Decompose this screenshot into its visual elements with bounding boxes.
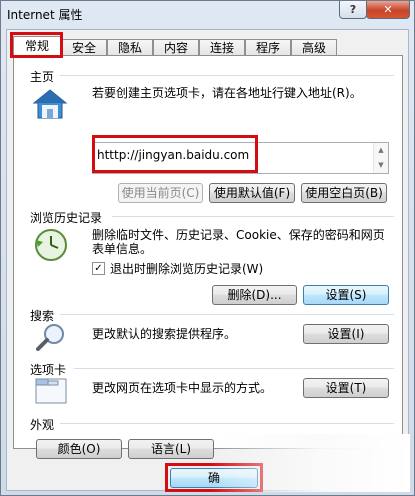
- dialog-window: Internet 属性 ? ✕ 常规 安全 隐私 内容 连接 程序 高级 主页 …: [0, 0, 415, 496]
- delete-on-exit-label[interactable]: 退出时删除浏览历史记录(W): [110, 262, 263, 276]
- home-description: 若要创建主页选项卡，请在各地址行键入地址(R)。: [92, 86, 362, 100]
- search-settings-button[interactable]: 设置(I): [303, 324, 389, 344]
- scroll-down-icon[interactable]: ▼: [374, 158, 388, 173]
- use-current-button[interactable]: 使用当前页(C): [118, 183, 203, 203]
- close-button[interactable]: ✕: [366, 1, 410, 19]
- appearance-divider: [60, 423, 394, 424]
- watermark-fade: [211, 434, 410, 492]
- history-clock-icon: [35, 229, 67, 261]
- tab-general[interactable]: 常规: [13, 36, 61, 58]
- history-section-title: 浏览历史记录: [30, 211, 103, 225]
- help-button[interactable]: ?: [339, 1, 367, 19]
- general-panel: 主页 若要创建主页选项卡，请在各地址行键入地址(R)。 htttp://jing…: [13, 55, 403, 459]
- delete-on-exit-checkbox[interactable]: ✓: [92, 262, 105, 275]
- history-settings-button[interactable]: 设置(S): [303, 285, 389, 305]
- history-divider: [112, 216, 394, 217]
- use-blank-button[interactable]: 使用空白页(B): [301, 183, 387, 203]
- search-divider: [60, 314, 394, 315]
- house-icon: [32, 89, 68, 119]
- home-section-title: 主页: [30, 70, 55, 84]
- window-title: Internet 属性: [7, 8, 83, 22]
- tabs-settings-button[interactable]: 设置(T): [303, 378, 389, 398]
- tabs-description: 更改网页在选项卡中显示的方式。: [92, 381, 273, 395]
- languages-button[interactable]: 语言(L): [128, 439, 214, 459]
- url-scrollbar[interactable]: ▲ ▼: [373, 143, 388, 173]
- history-description-2: 表单信息。: [92, 242, 153, 256]
- history-description-1: 删除临时文件、历史记录、Cookie、保存的密码和网页: [92, 228, 385, 242]
- home-divider: [60, 75, 394, 76]
- colors-button[interactable]: 颜色(O): [36, 439, 122, 459]
- tabs-window-icon: [35, 378, 67, 404]
- home-url-value: htttp://jingyan.baidu.com: [97, 148, 250, 162]
- scroll-up-icon[interactable]: ▲: [374, 143, 388, 158]
- home-url-input[interactable]: htttp://jingyan.baidu.com ▲ ▼: [92, 142, 389, 174]
- appearance-section-title: 外观: [30, 418, 55, 432]
- delete-history-button[interactable]: 删除(D)...: [212, 285, 297, 305]
- search-description: 更改默认的搜索提供程序。: [92, 327, 237, 341]
- magnifier-icon: [36, 324, 64, 351]
- tabs-divider: [74, 368, 394, 369]
- title-bar[interactable]: Internet 属性 ? ✕: [1, 1, 414, 29]
- dialog-client: 常规 安全 隐私 内容 连接 程序 高级 主页 若要创建主页选项卡，请在各地址行…: [6, 29, 410, 492]
- use-default-button[interactable]: 使用默认值(F): [209, 183, 295, 203]
